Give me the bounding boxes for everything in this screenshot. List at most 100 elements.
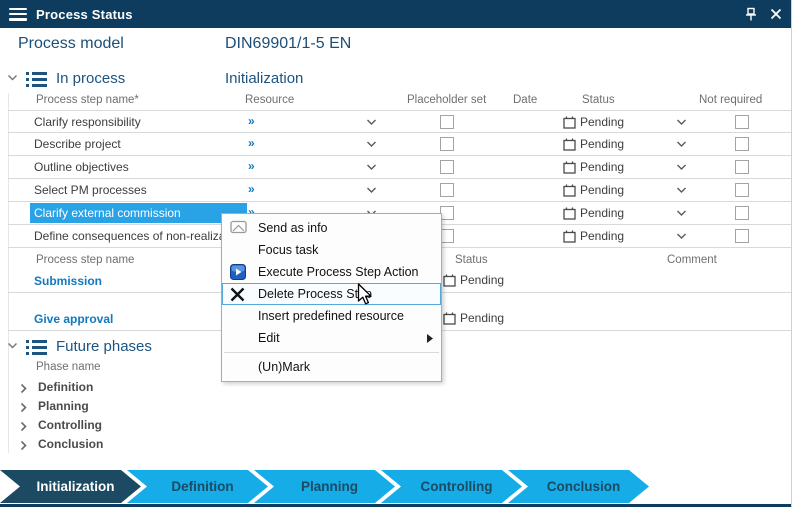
status-dropdown-icon[interactable] bbox=[676, 233, 687, 241]
status-dropdown-icon[interactable] bbox=[676, 187, 687, 195]
process-model-label: Process model bbox=[18, 35, 124, 53]
phase-name: Conclusion bbox=[38, 437, 103, 451]
calendar-icon bbox=[563, 116, 576, 129]
calendar-icon bbox=[563, 161, 576, 174]
menu-item-delete-process-step[interactable]: Delete Process Step bbox=[222, 283, 441, 305]
placeholder-set-checkbox[interactable] bbox=[440, 206, 454, 220]
status-dropdown-icon[interactable] bbox=[676, 141, 687, 149]
phase-segment-definition[interactable]: Definition bbox=[127, 470, 268, 503]
in-process-title: In process bbox=[56, 70, 125, 87]
collapse-chevron-icon[interactable] bbox=[7, 342, 18, 350]
phase-name: Planning bbox=[38, 399, 89, 413]
phase-row-controlling[interactable]: Controlling bbox=[8, 416, 792, 435]
expand-chevron-icon[interactable] bbox=[20, 383, 28, 394]
status-dropdown-icon[interactable] bbox=[676, 164, 687, 172]
placeholder-set-checkbox[interactable] bbox=[440, 115, 454, 129]
calendar-icon bbox=[563, 184, 576, 197]
phase-segment-initialization[interactable]: Initialization bbox=[0, 470, 141, 503]
menu-item-focus-task[interactable]: Focus task bbox=[222, 239, 441, 261]
status-dropdown-icon[interactable] bbox=[676, 119, 687, 127]
step-name: Select PM processes bbox=[34, 183, 147, 197]
phase-segment-conclusion[interactable]: Conclusion bbox=[508, 470, 649, 503]
resource-link[interactable]: » bbox=[248, 159, 255, 173]
in-process-phase: Initialization bbox=[225, 70, 303, 87]
future-phases-list: Definition Planning Controlling Conclusi… bbox=[8, 378, 792, 454]
phase-segment-planning[interactable]: Planning bbox=[254, 470, 395, 503]
future-phases-title: Future phases bbox=[56, 338, 152, 355]
status-value: Pending bbox=[460, 273, 504, 287]
resource-dropdown-icon[interactable] bbox=[366, 119, 377, 127]
collapse-chevron-icon[interactable] bbox=[7, 74, 18, 82]
menu-item-send-as-info[interactable]: Send as info bbox=[222, 217, 441, 239]
status-value: Pending bbox=[580, 229, 624, 243]
not-required-checkbox[interactable] bbox=[735, 206, 749, 220]
phase-row-planning[interactable]: Planning bbox=[8, 397, 792, 416]
col-process-step-name: Process step name* bbox=[36, 94, 139, 106]
col-not-required: Not required bbox=[699, 94, 762, 106]
hamburger-icon[interactable] bbox=[9, 8, 27, 21]
calendar-icon bbox=[443, 312, 456, 325]
menu-item-edit[interactable]: Edit bbox=[222, 327, 441, 349]
placeholder-set-checkbox[interactable] bbox=[440, 229, 454, 243]
phase-segment-controlling[interactable]: Controlling bbox=[381, 470, 522, 503]
status-value: Pending bbox=[580, 137, 624, 151]
table-row[interactable]: Describe project » Pending bbox=[8, 133, 792, 156]
panel-title: Process Status bbox=[36, 7, 133, 22]
play-icon bbox=[230, 264, 246, 280]
not-required-checkbox[interactable] bbox=[735, 160, 749, 174]
phase-name: Definition bbox=[38, 380, 93, 394]
col-status: Status bbox=[582, 94, 615, 106]
submenu-arrow-icon bbox=[427, 334, 433, 343]
expand-chevron-icon[interactable] bbox=[20, 402, 28, 413]
menu-item-insert-predefined-resource[interactable]: Insert predefined resource bbox=[222, 305, 441, 327]
process-status-panel: Process Status Process model DIN69901/1-… bbox=[0, 0, 792, 507]
not-required-checkbox[interactable] bbox=[735, 183, 749, 197]
pin-icon[interactable] bbox=[744, 7, 758, 22]
in-process-column-headers: Process step name* Resource Placeholder … bbox=[8, 93, 792, 110]
placeholder-set-checkbox[interactable] bbox=[440, 183, 454, 197]
menu-item-execute-process-step-action[interactable]: Execute Process Step Action bbox=[222, 261, 441, 283]
step-name: Describe project bbox=[34, 137, 121, 151]
col-date: Date bbox=[513, 94, 537, 106]
status-value: Pending bbox=[580, 206, 624, 220]
placeholder-set-checkbox[interactable] bbox=[440, 160, 454, 174]
resource-dropdown-icon[interactable] bbox=[366, 187, 377, 195]
menu-item-unmark[interactable]: (Un)Mark bbox=[222, 356, 441, 378]
phase-name: Controlling bbox=[38, 418, 102, 432]
table-row[interactable]: Clarify responsibility » Pending bbox=[8, 110, 792, 133]
process-model-value: DIN69901/1-5 EN bbox=[225, 35, 351, 53]
resource-dropdown-icon[interactable] bbox=[366, 141, 377, 149]
col-placeholder-set: Placeholder set bbox=[407, 94, 486, 106]
resource-link[interactable]: » bbox=[248, 114, 255, 128]
calendar-icon bbox=[563, 230, 576, 243]
close-icon[interactable] bbox=[770, 8, 782, 20]
phase-row-conclusion[interactable]: Conclusion bbox=[8, 435, 792, 454]
list-icon bbox=[26, 339, 47, 356]
status-dropdown-icon[interactable] bbox=[676, 210, 687, 218]
table-row[interactable]: Select PM processes » Pending bbox=[8, 179, 792, 202]
approval-step-link[interactable]: Give approval bbox=[34, 312, 113, 326]
not-required-checkbox[interactable] bbox=[735, 137, 749, 151]
resource-dropdown-icon[interactable] bbox=[366, 164, 377, 172]
not-required-checkbox[interactable] bbox=[735, 115, 749, 129]
resource-link[interactable]: » bbox=[248, 136, 255, 150]
col-resource: Resource bbox=[245, 94, 294, 106]
approval-step-link[interactable]: Submission bbox=[34, 274, 102, 288]
status-value: Pending bbox=[580, 183, 624, 197]
title-bar: Process Status bbox=[0, 0, 792, 28]
step-name: Clarify external commission bbox=[30, 203, 247, 223]
not-required-checkbox[interactable] bbox=[735, 229, 749, 243]
expand-chevron-icon[interactable] bbox=[20, 440, 28, 451]
placeholder-set-checkbox[interactable] bbox=[440, 137, 454, 151]
resource-link[interactable]: » bbox=[248, 182, 255, 196]
col-status: Status bbox=[455, 254, 488, 266]
table-row[interactable]: Outline objectives » Pending bbox=[8, 156, 792, 179]
phase-progress-bar: Initialization Definition Planning Contr… bbox=[0, 470, 792, 503]
in-process-section-header: In process Initialization bbox=[0, 68, 792, 92]
step-name: Define consequences of non-realization bbox=[34, 229, 245, 243]
expand-chevron-icon[interactable] bbox=[20, 421, 28, 432]
calendar-icon bbox=[563, 207, 576, 220]
calendar-icon bbox=[443, 274, 456, 287]
list-icon bbox=[26, 71, 47, 88]
context-menu: Send as info Focus task Execute Process … bbox=[221, 213, 442, 382]
